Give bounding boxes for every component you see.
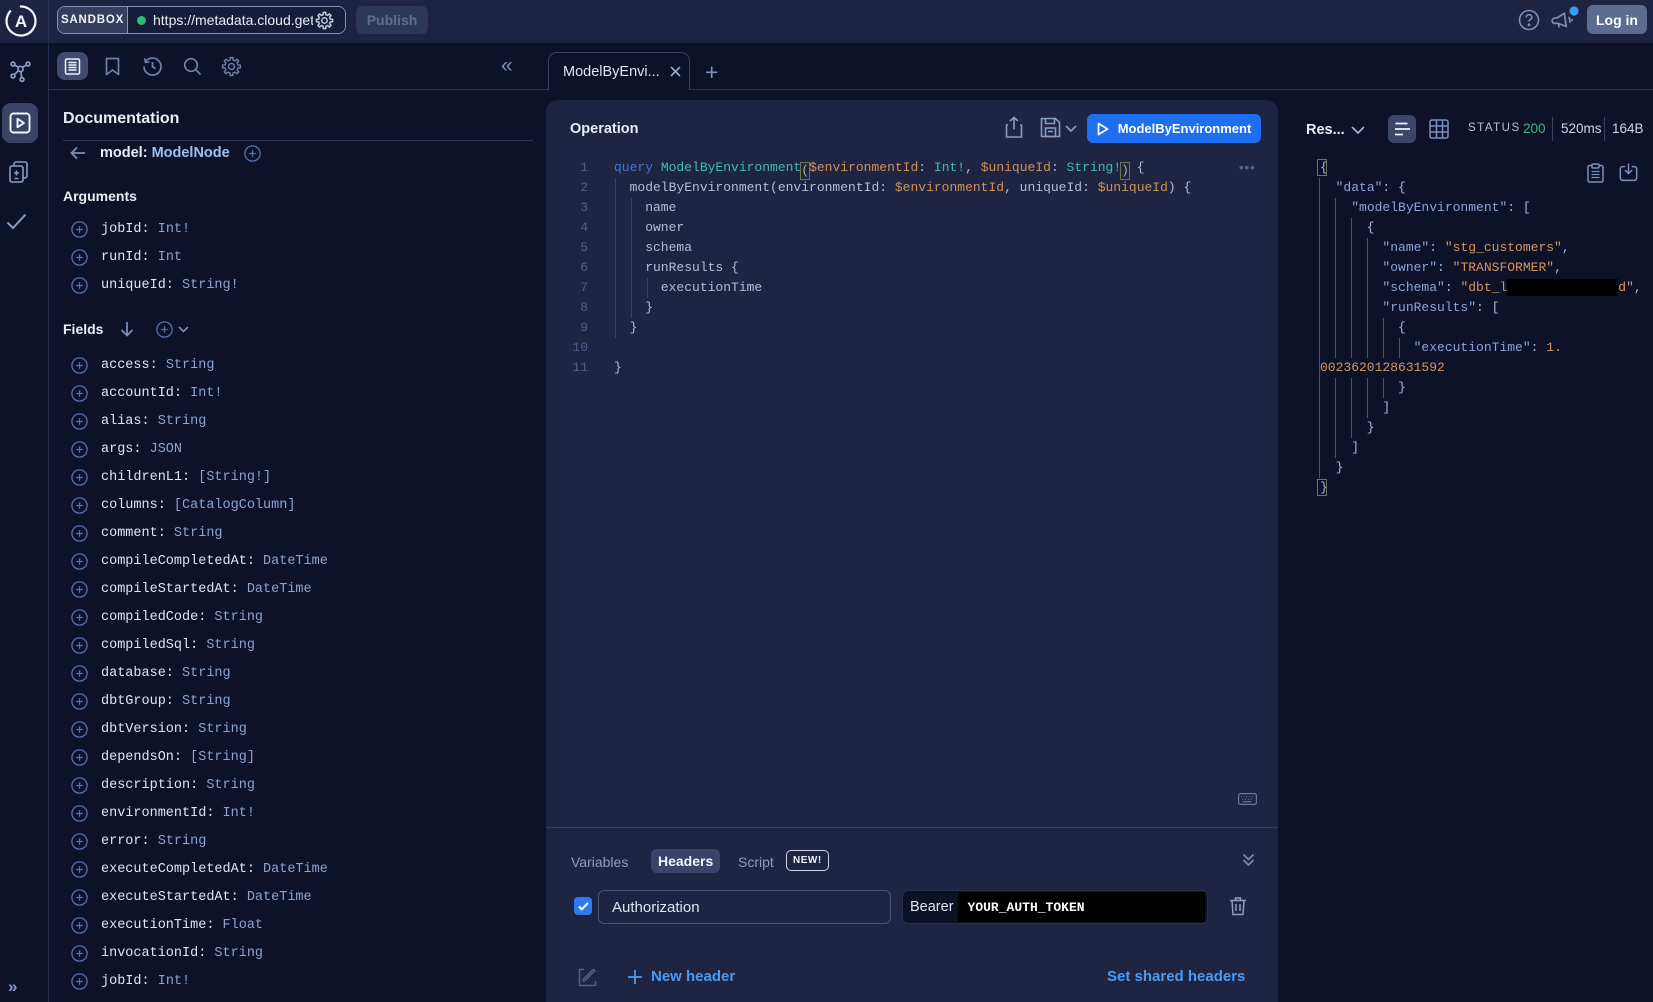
svg-text:A: A xyxy=(15,12,27,31)
